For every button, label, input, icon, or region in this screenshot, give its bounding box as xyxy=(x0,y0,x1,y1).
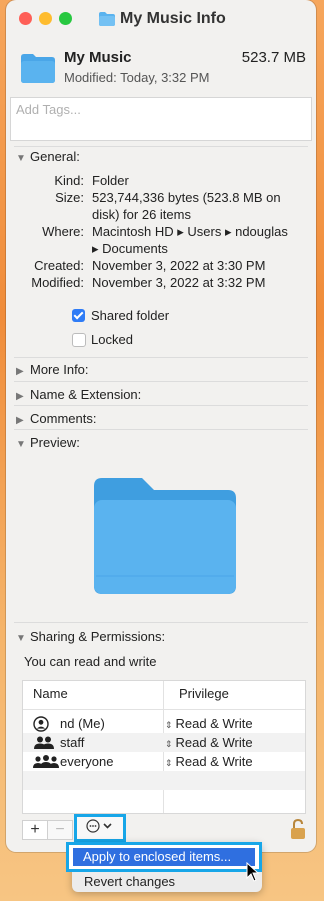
disclosure-open-icon: ▼ xyxy=(16,439,26,450)
menu-item-highlight: Apply to enclosed items... xyxy=(66,842,262,872)
general-section-header[interactable]: ▼ General: xyxy=(16,149,80,164)
menu-item-revert[interactable]: Revert changes xyxy=(84,874,175,889)
item-name: My Music xyxy=(64,49,132,66)
table-row[interactable]: nd (Me) ⇕ Read & Write xyxy=(23,714,305,733)
disclosure-closed-icon: ▶ xyxy=(16,366,24,377)
column-header-name[interactable]: Name xyxy=(33,681,68,707)
locked-checkbox[interactable] xyxy=(72,333,86,347)
close-button[interactable] xyxy=(19,12,32,25)
divider xyxy=(14,405,308,406)
item-size: 523.7 MB xyxy=(241,49,306,66)
preview-section-header[interactable]: ▼ Preview: xyxy=(16,435,80,450)
zoom-button[interactable] xyxy=(59,12,72,25)
permission-group-name: staff xyxy=(60,735,85,750)
ellipsis-circle-icon xyxy=(86,819,112,833)
title-bar: My Music Info xyxy=(6,0,316,40)
divider xyxy=(14,622,308,623)
disclosure-closed-icon: ▶ xyxy=(16,391,24,402)
user-circle-icon xyxy=(33,716,49,732)
divider xyxy=(14,381,308,382)
disclosure-open-icon: ▼ xyxy=(16,153,26,164)
permission-group-name: everyone xyxy=(60,754,114,769)
privilege-select[interactable]: ⇕ Read & Write xyxy=(165,716,253,731)
locked-label: Locked xyxy=(91,332,133,347)
action-dropdown-menu: Apply to enclosed items... Revert change… xyxy=(66,842,262,892)
privilege-select[interactable]: ⇕ Read & Write xyxy=(165,735,253,750)
permissions-table: Name Privilege nd (Me) ⇕ Read & Write st… xyxy=(22,680,306,814)
divider xyxy=(14,429,308,430)
permission-user-name: nd (Me) xyxy=(60,716,105,731)
tags-field[interactable]: Add Tags... xyxy=(10,97,312,141)
add-user-button[interactable]: + xyxy=(22,820,48,840)
everyone-icon xyxy=(33,755,59,768)
group-icon xyxy=(34,736,54,749)
sharing-section-header[interactable]: ▼ Sharing & Permissions: xyxy=(16,629,165,644)
item-modified: Modified: Today, 3:32 PM xyxy=(64,70,210,85)
table-row[interactable]: everyone ⇕ Read & Write xyxy=(23,752,305,771)
disclosure-open-icon: ▼ xyxy=(16,633,26,644)
divider xyxy=(14,146,308,147)
shared-folder-checkbox[interactable] xyxy=(72,309,85,322)
remove-user-button[interactable]: − xyxy=(47,820,73,840)
tags-placeholder: Add Tags... xyxy=(16,102,81,117)
updown-chevron-icon: ⇕ xyxy=(165,720,173,730)
permission-note: You can read and write xyxy=(24,654,157,669)
menu-item-apply-enclosed[interactable]: Apply to enclosed items... xyxy=(73,848,255,866)
header-divider xyxy=(23,709,305,710)
window-title: My Music Info xyxy=(120,10,226,27)
disclosure-closed-icon: ▶ xyxy=(16,415,24,426)
lock-open-icon[interactable] xyxy=(290,818,306,840)
updown-chevron-icon: ⇕ xyxy=(165,739,173,749)
mouse-cursor-icon xyxy=(246,862,260,882)
table-row[interactable]: staff ⇕ Read & Write xyxy=(23,733,305,752)
privilege-select[interactable]: ⇕ Read & Write xyxy=(165,754,253,769)
shared-folder-label: Shared folder xyxy=(91,308,170,323)
minimize-button[interactable] xyxy=(39,12,52,25)
folder-preview-icon xyxy=(94,478,236,594)
folder-icon xyxy=(21,54,55,83)
updown-chevron-icon: ⇕ xyxy=(165,758,173,768)
table-row xyxy=(23,771,305,790)
action-menu-button[interactable] xyxy=(74,814,126,842)
folder-icon xyxy=(99,12,115,26)
more-info-section-header[interactable]: ▶ More Info: xyxy=(16,362,89,377)
name-extension-section-header[interactable]: ▶ Name & Extension: xyxy=(16,387,141,402)
column-header-privilege[interactable]: Privilege xyxy=(179,681,229,707)
comments-section-header[interactable]: ▶ Comments: xyxy=(16,411,96,426)
info-window: My Music Info My Music 523.7 MB Modified… xyxy=(6,0,316,852)
divider xyxy=(14,357,308,358)
